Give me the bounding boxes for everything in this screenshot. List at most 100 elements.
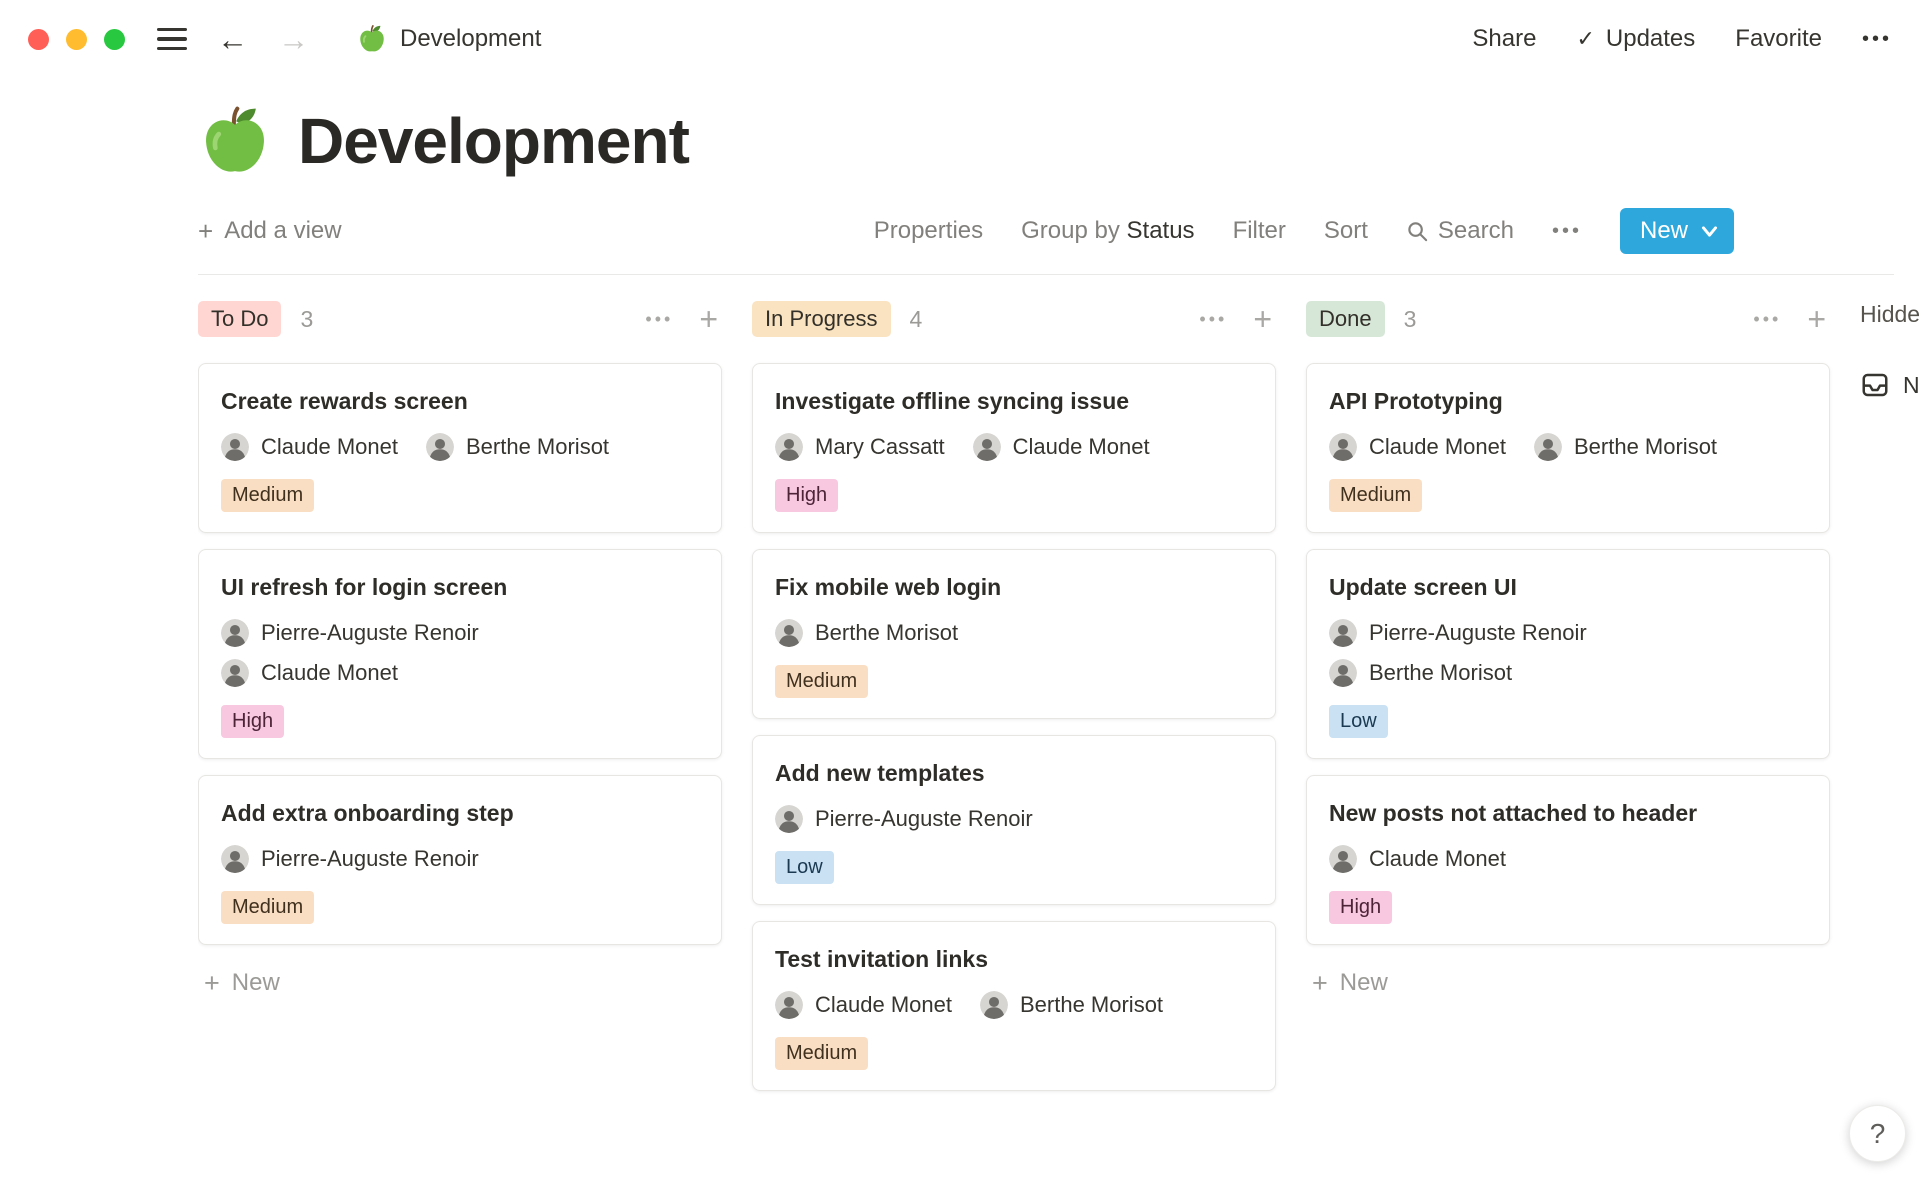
assignee-chip: Berthe Morisot bbox=[1534, 433, 1717, 461]
column-header: In Progress4•••+ bbox=[752, 275, 1276, 363]
assignee-chip: Claude Monet bbox=[221, 433, 398, 461]
breadcrumb[interactable]: Development bbox=[357, 24, 541, 54]
assignee-name: Claude Monet bbox=[1013, 434, 1150, 460]
priority-badge: High bbox=[775, 479, 838, 512]
group-pill[interactable]: In Progress bbox=[752, 301, 891, 337]
toolbar-more-icon[interactable]: ••• bbox=[1552, 220, 1582, 243]
help-button[interactable]: ? bbox=[1849, 1105, 1906, 1162]
board-card[interactable]: Create rewards screenClaude MonetBerthe … bbox=[198, 363, 722, 533]
updates-button[interactable]: ✓ Updates bbox=[1576, 25, 1695, 53]
assignee-name: Berthe Morisot bbox=[1020, 992, 1163, 1018]
column-header: Done 3 ••• + bbox=[1306, 275, 1830, 363]
priority-badge: Low bbox=[1329, 705, 1388, 738]
zoom-window-button[interactable] bbox=[104, 29, 125, 50]
avatar bbox=[221, 433, 249, 461]
page-apple-icon[interactable] bbox=[198, 104, 272, 178]
avatar bbox=[221, 619, 249, 647]
avatar bbox=[221, 845, 249, 873]
properties-button[interactable]: Properties bbox=[874, 217, 983, 245]
board-card[interactable]: Investigate offline syncing issueMary Ca… bbox=[752, 363, 1276, 533]
add-view-label: Add a view bbox=[224, 217, 341, 245]
assignee-list: Claude Monet Berthe Morisot bbox=[775, 991, 1163, 1019]
priority-badge: High bbox=[221, 705, 284, 738]
assignee-name: Mary Cassatt bbox=[815, 434, 945, 460]
board-card[interactable]: Fix mobile web login Berthe Morisot Medium bbox=[752, 549, 1276, 719]
avatar bbox=[980, 991, 1008, 1019]
avatar bbox=[1534, 433, 1562, 461]
column-actions: ••• + bbox=[1199, 303, 1272, 335]
column-add-icon[interactable]: + bbox=[1807, 303, 1826, 335]
toolbar-controls: Properties Group by Status Filter Sort S… bbox=[874, 208, 1734, 254]
assignee-list: Claude Monet Berthe Morisot bbox=[1329, 433, 1717, 461]
board-card[interactable]: Update screen UIPierre-Auguste RenoirBer… bbox=[1306, 549, 1830, 759]
favorite-button[interactable]: Favorite bbox=[1735, 25, 1822, 53]
assignee-list: Pierre-Auguste Renoir bbox=[775, 805, 1033, 833]
board-card[interactable]: Add extra onboarding stepPierre-Auguste … bbox=[198, 775, 722, 945]
group-count: 3 bbox=[1404, 306, 1417, 333]
card-title: Create rewards screen bbox=[221, 388, 468, 415]
group-pill[interactable]: Done bbox=[1306, 301, 1385, 337]
filter-button[interactable]: Filter bbox=[1233, 217, 1286, 245]
board-card[interactable]: API PrototypingClaude MonetBerthe Moriso… bbox=[1306, 363, 1830, 533]
assignee-chip: Pierre-Auguste Renoir bbox=[1329, 619, 1587, 647]
board-card[interactable]: New posts not attached to headerClaude M… bbox=[1306, 775, 1830, 945]
plus-icon: + bbox=[198, 218, 213, 244]
titlebar-actions: Share ✓ Updates Favorite ••• bbox=[1472, 25, 1892, 53]
card-title: Add extra onboarding step bbox=[221, 800, 514, 827]
column-more-icon[interactable]: ••• bbox=[1199, 309, 1227, 330]
card-title: UI refresh for login screen bbox=[221, 574, 507, 601]
column-more-icon[interactable]: ••• bbox=[645, 309, 673, 330]
window-controls bbox=[28, 29, 125, 50]
minimize-window-button[interactable] bbox=[66, 29, 87, 50]
assignee-name: Claude Monet bbox=[1369, 434, 1506, 460]
priority-badge: High bbox=[1329, 891, 1392, 924]
add-card-label: New bbox=[1340, 969, 1388, 997]
assignee-name: Berthe Morisot bbox=[1574, 434, 1717, 460]
board-column-in-progress: In Progress4•••+Investigate offline sync… bbox=[752, 275, 1276, 1183]
card-title: Fix mobile web login bbox=[775, 574, 1001, 601]
column-add-icon[interactable]: + bbox=[1253, 303, 1272, 335]
hidden-groups-label[interactable]: Hidden groups bbox=[1860, 301, 1920, 328]
board-column-to-do: To Do3•••+Create rewards screenClaude Mo… bbox=[198, 275, 722, 1183]
share-button[interactable]: Share bbox=[1472, 25, 1536, 53]
sort-button[interactable]: Sort bbox=[1324, 217, 1368, 245]
hidden-group-item[interactable]: No Status bbox=[1860, 370, 1920, 400]
plus-icon: + bbox=[1312, 970, 1328, 997]
new-button-label: New bbox=[1640, 217, 1688, 245]
assignee-list: Berthe Morisot bbox=[775, 619, 958, 647]
board-card[interactable]: Add new templatesPierre-Auguste RenoirLo… bbox=[752, 735, 1276, 905]
assignee-name: Pierre-Auguste Renoir bbox=[815, 806, 1033, 832]
assignee-name: Claude Monet bbox=[261, 434, 398, 460]
new-button[interactable]: New bbox=[1620, 208, 1734, 254]
group-pill[interactable]: To Do bbox=[198, 301, 281, 337]
assignee-name: Pierre-Auguste Renoir bbox=[1369, 620, 1587, 646]
assignee-chip: Berthe Morisot bbox=[980, 991, 1163, 1019]
avatar bbox=[775, 805, 803, 833]
check-icon: ✓ bbox=[1576, 26, 1594, 52]
board-card[interactable]: UI refresh for login screenPierre-August… bbox=[198, 549, 722, 759]
group-by-button[interactable]: Group by Status bbox=[1021, 217, 1194, 245]
card-list: Create rewards screenClaude MonetBerthe … bbox=[198, 363, 722, 945]
priority-badge: Medium bbox=[775, 665, 868, 698]
back-arrow-icon[interactable]: ← bbox=[217, 24, 248, 55]
add-card-button[interactable]: +New bbox=[198, 969, 722, 997]
more-options-icon[interactable]: ••• bbox=[1862, 28, 1892, 51]
add-view-button[interactable]: + Add a view bbox=[198, 217, 342, 245]
close-window-button[interactable] bbox=[28, 29, 49, 50]
priority-badge: Medium bbox=[775, 1037, 868, 1070]
card-title: Update screen UI bbox=[1329, 574, 1517, 601]
board-columns: To Do 3 ••• + Create rewards screen Claude Mo… bbox=[198, 275, 1830, 1183]
card-title: New posts not attached to header bbox=[1329, 800, 1697, 827]
avatar bbox=[1329, 619, 1357, 647]
sidebar-toggle-icon[interactable] bbox=[157, 28, 187, 51]
assignee-chip: Claude Monet bbox=[775, 991, 952, 1019]
forward-arrow-icon[interactable]: → bbox=[278, 24, 309, 55]
card-title: Add new templates bbox=[775, 760, 985, 787]
assignee-chip: Berthe Morisot bbox=[775, 619, 958, 647]
column-add-icon[interactable]: + bbox=[699, 303, 718, 335]
board-card[interactable]: Test invitation linksClaude MonetBerthe … bbox=[752, 921, 1276, 1091]
column-more-icon[interactable]: ••• bbox=[1753, 309, 1781, 330]
add-card-button[interactable]: + New bbox=[1306, 969, 1830, 997]
search-button[interactable]: Search bbox=[1406, 217, 1514, 245]
avatar bbox=[973, 433, 1001, 461]
